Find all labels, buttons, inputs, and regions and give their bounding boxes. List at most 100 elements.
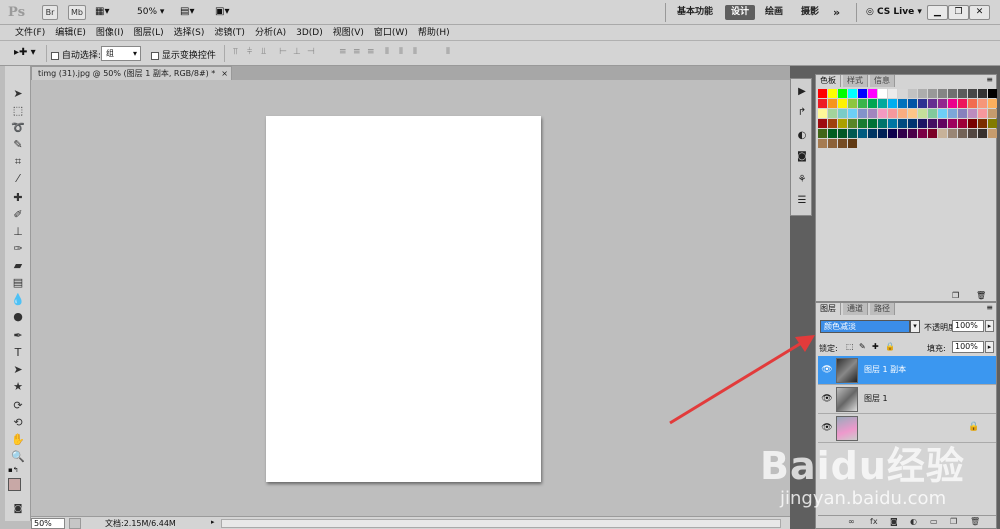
color-swatch[interactable] [818, 109, 827, 118]
zoom-level-dropdown[interactable]: 50% ▾ [137, 7, 164, 17]
move-tool-icon[interactable]: ➤ [10, 86, 26, 101]
color-swatch[interactable] [918, 109, 927, 118]
color-swatch[interactable] [968, 109, 977, 118]
arrange-documents-icon[interactable]: ▤▾ [180, 6, 194, 17]
color-swatch[interactable] [978, 89, 987, 98]
color-swatch[interactable] [888, 99, 897, 108]
color-swatch[interactable] [988, 89, 997, 98]
color-swatch[interactable] [828, 89, 837, 98]
tab-info[interactable]: 信息 [870, 75, 895, 87]
pen-tool-icon[interactable]: ✒ [10, 328, 26, 343]
color-swatch[interactable] [848, 129, 857, 138]
color-swatch[interactable] [968, 89, 977, 98]
color-swatch[interactable] [888, 129, 897, 138]
lock-transparent-icon[interactable]: ⬚ [846, 342, 854, 351]
foreground-color-swatch[interactable] [8, 478, 21, 491]
color-swatch[interactable] [928, 129, 937, 138]
lock-position-icon[interactable]: ✚ [872, 342, 879, 351]
color-swatch[interactable] [858, 119, 867, 128]
color-swatch[interactable] [868, 109, 877, 118]
layer-row[interactable]: 👁 图层 1 副本 [818, 356, 996, 385]
document-tab[interactable]: timg (31).jpg @ 50% (图层 1 副本, RGB/8#) * … [31, 66, 232, 80]
visibility-eye-icon[interactable]: 👁 [821, 422, 833, 434]
color-swatch[interactable] [978, 129, 987, 138]
color-swatch[interactable] [958, 89, 967, 98]
color-swatch[interactable] [948, 89, 957, 98]
3d-rotate-tool-icon[interactable]: ⟳ [10, 398, 26, 413]
type-tool-icon[interactable]: T [10, 345, 26, 360]
tab-paths[interactable]: 路径 [870, 303, 895, 315]
blend-mode-select[interactable]: 颜色减淡 [820, 320, 910, 333]
add-mask-icon[interactable]: ◙ [890, 517, 898, 526]
color-swatch[interactable] [908, 109, 917, 118]
color-swatch[interactable] [948, 119, 957, 128]
color-swatch[interactable] [858, 89, 867, 98]
color-swatch[interactable] [938, 119, 947, 128]
color-swatch[interactable] [898, 89, 907, 98]
menu-edit[interactable]: 编辑(E) [50, 25, 91, 40]
hand-tool-icon[interactable]: ✋ [10, 432, 26, 447]
cs-live-button[interactable]: ◎ CS Live ▾ [866, 7, 922, 17]
color-swatch[interactable] [968, 99, 977, 108]
color-swatch[interactable] [838, 99, 847, 108]
bridge-button[interactable]: Br [42, 5, 58, 20]
color-swatch[interactable] [848, 109, 857, 118]
color-swatch[interactable] [818, 99, 827, 108]
align-bottom-icon[interactable]: ⫫ [261, 47, 272, 59]
color-swatch[interactable] [888, 109, 897, 118]
restore-button[interactable]: ❐ [948, 5, 969, 20]
color-swatch[interactable] [928, 89, 937, 98]
eyedropper-tool-icon[interactable]: ⁄ [10, 171, 26, 186]
adjustments-panel-icon[interactable]: ◐ [795, 129, 809, 143]
color-swatch[interactable] [858, 129, 867, 138]
zoom-tool-icon[interactable]: 🔍 [10, 449, 26, 464]
color-swatch[interactable] [838, 89, 847, 98]
close-button[interactable]: ✕ [969, 5, 990, 20]
quick-selection-tool-icon[interactable]: ✎ [10, 137, 26, 152]
color-swatch[interactable] [938, 109, 947, 118]
new-group-icon[interactable]: ▭ [930, 517, 938, 526]
show-transform-checkbox[interactable] [151, 51, 159, 60]
color-swatch[interactable] [908, 89, 917, 98]
menu-filter[interactable]: 滤镜(T) [209, 25, 250, 40]
zoom-field[interactable]: 50% [31, 518, 65, 529]
chevron-down-icon[interactable]: ▾ [910, 320, 920, 333]
color-swatch[interactable] [878, 119, 887, 128]
menu-layer[interactable]: 图层(L) [129, 25, 169, 40]
new-layer-icon[interactable]: ❐ [950, 517, 957, 526]
color-swatch[interactable] [838, 129, 847, 138]
color-swatch[interactable] [838, 109, 847, 118]
adjustment-layer-icon[interactable]: ◐ [910, 517, 917, 526]
color-swatch[interactable] [848, 89, 857, 98]
color-swatch[interactable] [868, 89, 877, 98]
actions-panel-icon[interactable]: ▶ [795, 85, 809, 99]
color-swatch[interactable] [938, 89, 947, 98]
color-swatch[interactable] [898, 119, 907, 128]
color-swatch[interactable] [858, 109, 867, 118]
shape-tool-icon[interactable]: ★ [10, 379, 26, 394]
distribute-vcenter-icon[interactable]: ≡ [353, 47, 364, 59]
color-swatch[interactable] [988, 109, 997, 118]
horizontal-scrollbar[interactable] [221, 519, 781, 528]
status-arrow-icon[interactable]: ▸ [211, 518, 219, 529]
eraser-tool-icon[interactable]: ▰ [10, 258, 26, 273]
default-colors-icon[interactable]: ▪↰ [8, 466, 19, 474]
opacity-field[interactable]: 100% [952, 320, 984, 332]
align-vertical-center-icon[interactable]: ⫩ [247, 47, 258, 59]
color-swatch[interactable] [978, 99, 987, 108]
lock-all-icon[interactable]: 🔒 [885, 342, 895, 351]
distribute-hcenter-icon[interactable]: ⦀ [399, 47, 410, 59]
color-swatch[interactable] [918, 89, 927, 98]
panel-menu-icon[interactable]: ≡ [986, 75, 993, 84]
color-swatch[interactable] [868, 119, 877, 128]
gradient-tool-icon[interactable]: ▤ [10, 275, 26, 290]
quick-mask-icon[interactable]: ◙ [10, 502, 26, 517]
color-swatch[interactable] [918, 119, 927, 128]
color-swatch[interactable] [898, 109, 907, 118]
align-top-icon[interactable]: ⫪ [233, 47, 244, 59]
menu-select[interactable]: 选择(S) [169, 25, 210, 40]
color-swatch[interactable] [958, 109, 967, 118]
menu-image[interactable]: 图像(I) [91, 25, 129, 40]
color-swatch[interactable] [878, 89, 887, 98]
new-swatch-icon[interactable]: ❐ [952, 291, 959, 300]
